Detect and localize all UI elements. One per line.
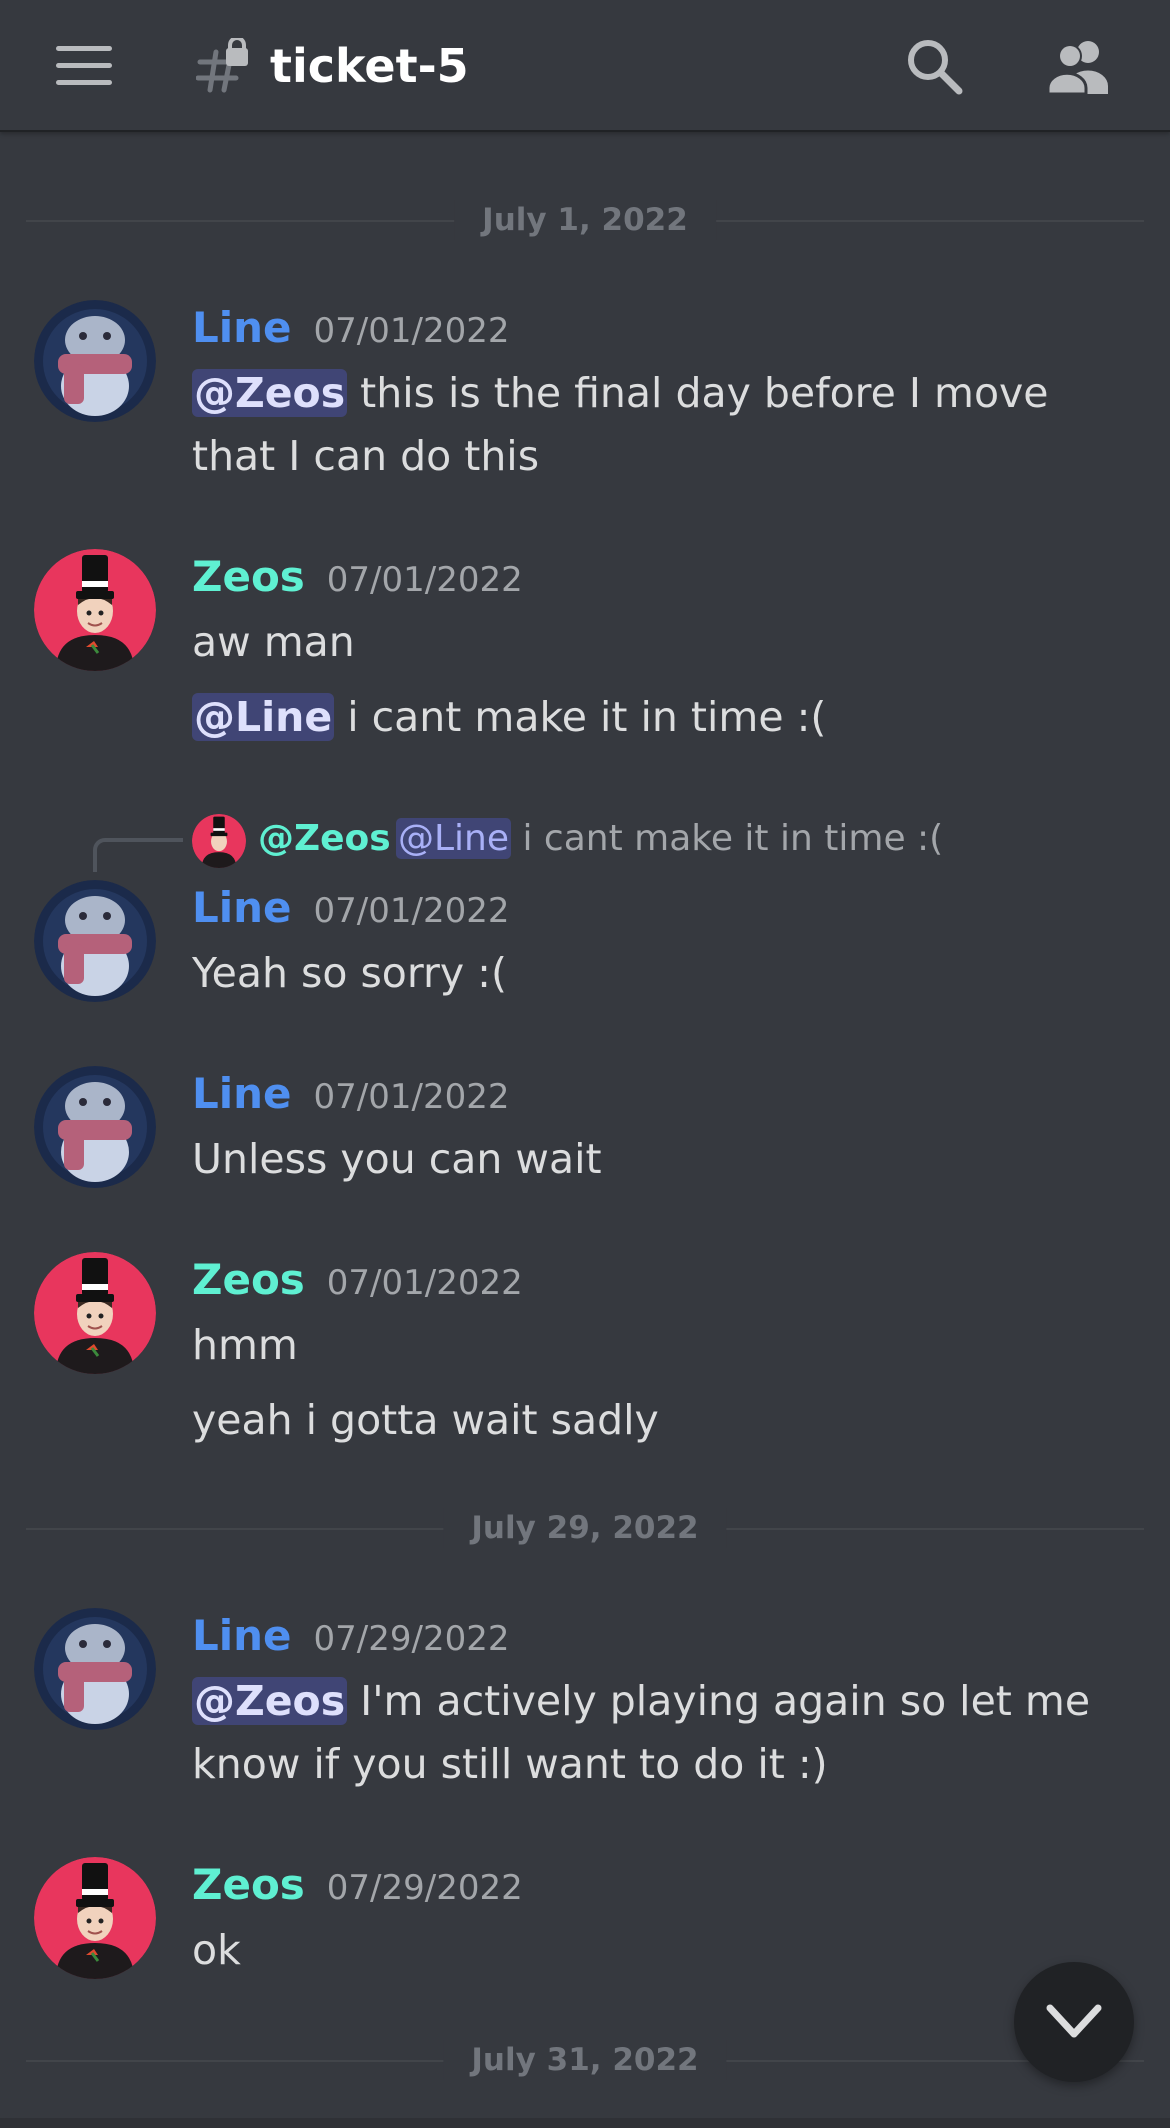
user-mention[interactable]: @Line: [192, 693, 335, 741]
avatar-line[interactable]: [34, 300, 156, 422]
message-content: Yeah so sorry :(: [192, 949, 507, 997]
message-text: i cant make it in time :(: [334, 693, 827, 741]
user-mention[interactable]: @Zeos: [192, 1677, 348, 1725]
avatar-zeos[interactable]: [34, 1252, 156, 1374]
reply-spine: [93, 838, 183, 872]
scroll-to-bottom-button[interactable]: [1014, 1962, 1134, 2082]
message-content: ok: [192, 1926, 241, 1974]
date-divider-label: July 1, 2022: [454, 200, 716, 240]
author-name[interactable]: Line: [192, 303, 292, 352]
message-header: Line 07/01/2022: [192, 880, 510, 945]
user-mention[interactable]: @Zeos: [192, 369, 348, 417]
message-content: @Zeos I'm actively playing again so let …: [192, 1670, 1132, 1796]
author-name[interactable]: Zeos: [192, 552, 305, 601]
reply-author[interactable]: @Zeos: [258, 812, 391, 866]
avatar-zeos[interactable]: [34, 549, 156, 671]
author-name[interactable]: Line: [192, 1069, 292, 1118]
reply-avatar-zeos: [192, 814, 246, 868]
message-header: Zeos 07/01/2022: [192, 549, 523, 614]
channel-header: ticket-5: [0, 0, 1170, 132]
avatar-line[interactable]: [34, 1066, 156, 1188]
timestamp: 07/01/2022: [313, 1077, 510, 1117]
message-header: Zeos 07/01/2022: [192, 1252, 523, 1317]
channel-name: ticket-5: [270, 39, 469, 93]
date-divider-label: July 31, 2022: [443, 2040, 727, 2080]
date-divider-label: July 29, 2022: [443, 1508, 727, 1548]
date-divider: July 1, 2022: [26, 200, 1144, 240]
locked-text-channel-icon: [196, 38, 248, 93]
date-divider: July 29, 2022: [26, 1508, 1144, 1548]
author-name[interactable]: Zeos: [192, 1860, 305, 1909]
message-header: Zeos 07/29/2022: [192, 1857, 523, 1922]
message-header: Line 07/29/2022: [192, 1608, 510, 1673]
avatar-zeos[interactable]: [34, 1857, 156, 1979]
message-header: Line 07/01/2022: [192, 1066, 510, 1131]
members-icon[interactable]: [1046, 38, 1112, 94]
message-content: hmm: [192, 1321, 298, 1369]
search-icon[interactable]: [904, 36, 964, 96]
message-content: @Line i cant make it in time :(: [192, 686, 1132, 749]
author-name[interactable]: Line: [192, 1611, 292, 1660]
reply-reference[interactable]: @Zeos @Line i cant make it in time :(: [0, 808, 1170, 872]
timestamp: 07/01/2022: [313, 311, 510, 351]
timestamp: 07/01/2022: [313, 891, 510, 931]
timestamp: 07/01/2022: [326, 1263, 523, 1303]
date-divider: July 31, 2022: [26, 2040, 1144, 2080]
reply-preview[interactable]: @Line i cant make it in time :(: [396, 812, 943, 866]
author-name[interactable]: Line: [192, 883, 292, 932]
reply-mention: @Line: [396, 818, 512, 859]
timestamp: 07/29/2022: [313, 1619, 510, 1659]
timestamp: 07/29/2022: [326, 1868, 523, 1908]
author-name[interactable]: Zeos: [192, 1255, 305, 1304]
message-content: aw man: [192, 618, 355, 666]
chevron-down-icon: [1046, 2004, 1102, 2038]
bottom-edge: [0, 2118, 1170, 2128]
message-content: Unless you can wait: [192, 1135, 602, 1183]
timestamp: 07/01/2022: [326, 560, 523, 600]
hamburger-menu-icon[interactable]: [56, 46, 112, 86]
avatar-line[interactable]: [34, 880, 156, 1002]
message-content: yeah i gotta wait sadly: [192, 1396, 659, 1444]
avatar-line[interactable]: [34, 1608, 156, 1730]
reply-text: i cant make it in time :(: [511, 818, 944, 859]
message-header: Line 07/01/2022: [192, 300, 510, 365]
message-content: @Zeos this is the final day before I mov…: [192, 362, 1132, 488]
